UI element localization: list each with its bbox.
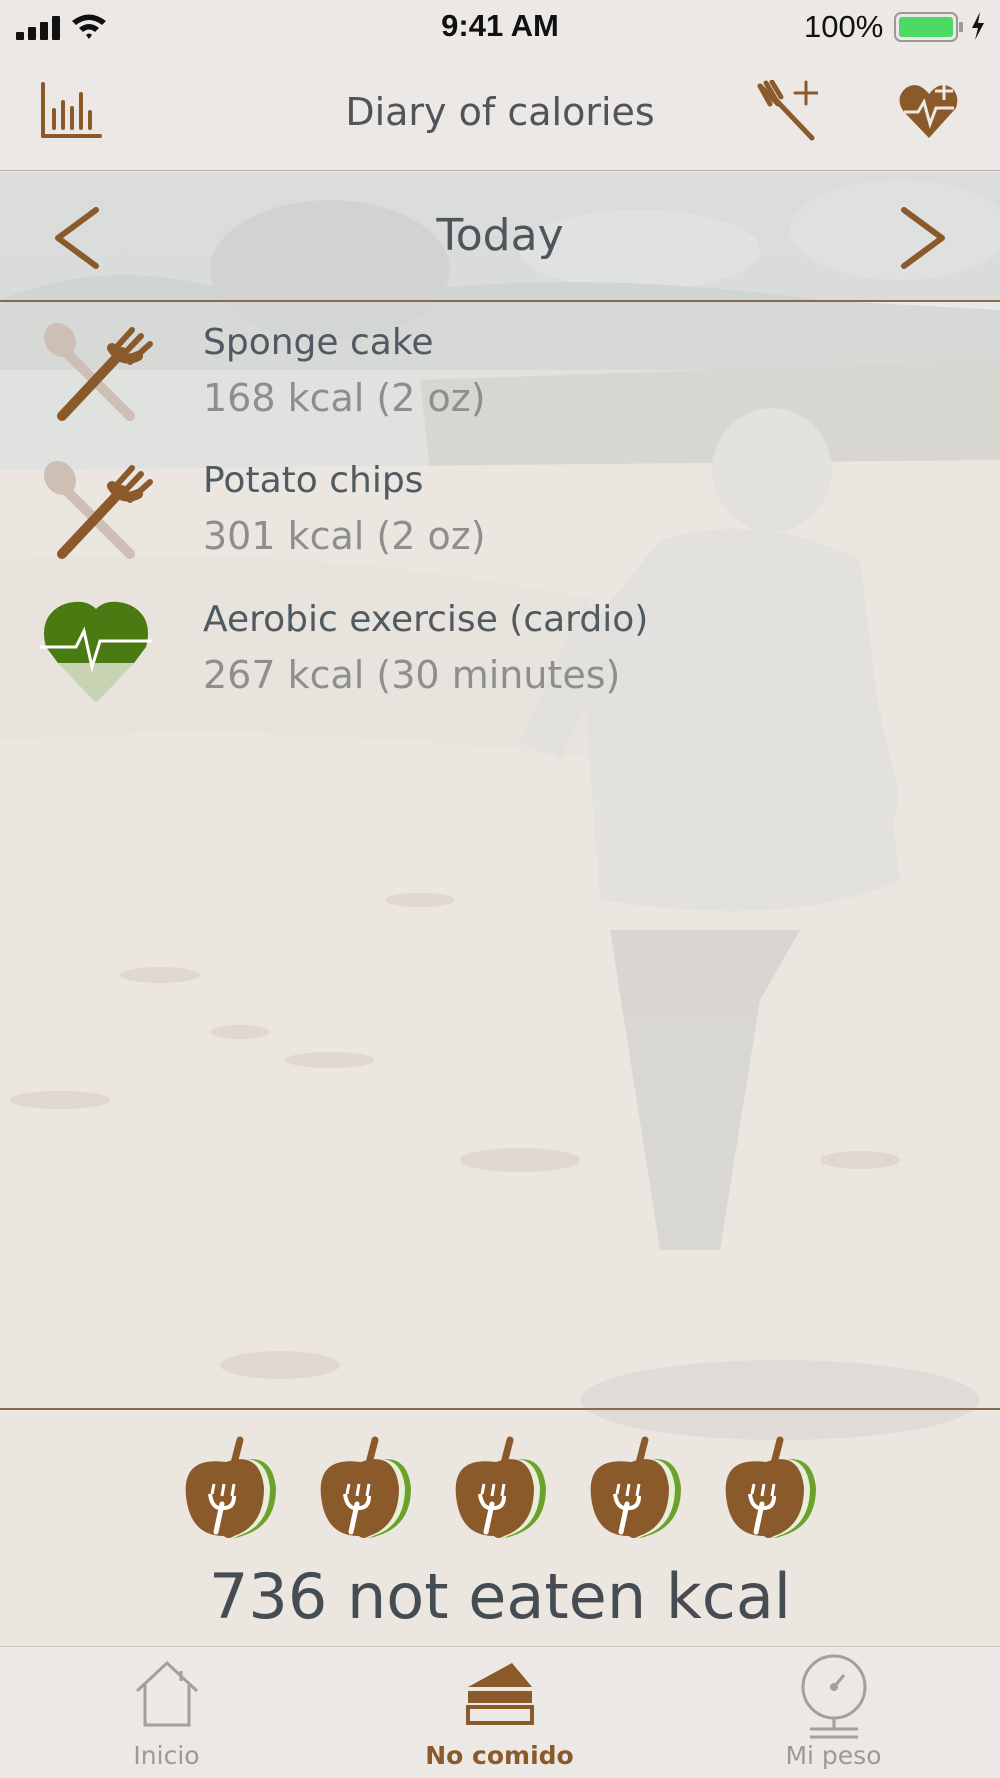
apple-fork-icon <box>185 1436 276 1538</box>
list-item[interactable]: Sponge cake 168 kcal (2 oz) <box>0 304 1000 439</box>
tab-label: Mi peso <box>785 1741 882 1770</box>
entry-detail: 267 kcal (30 minutes) <box>203 653 621 697</box>
tab-mi-peso[interactable]: Mi peso <box>667 1647 1000 1778</box>
entry-name: Aerobic exercise (cardio) <box>203 599 649 640</box>
date-selector: Today <box>0 172 1000 302</box>
tab-inicio[interactable]: Inicio <box>0 1647 333 1778</box>
home-icon <box>135 1660 198 1727</box>
entry-name: Potato chips <box>203 460 424 501</box>
food-icon <box>43 322 153 421</box>
summary-text: 736 not eaten kcal <box>208 1560 792 1633</box>
scale-icon <box>801 1654 866 1739</box>
apple-fork-icon <box>320 1436 411 1538</box>
calorie-summary: 736 not eaten kcal <box>0 1408 1000 1646</box>
entry-detail: 301 kcal (2 oz) <box>203 514 486 558</box>
entry-name: Sponge cake <box>203 322 434 363</box>
list-item[interactable]: Aerobic exercise (cardio) 267 kcal (30 m… <box>0 581 1000 716</box>
add-exercise-icon[interactable] <box>898 78 960 140</box>
list-item[interactable]: Potato chips 301 kcal (2 oz) <box>0 442 1000 577</box>
battery-percent: 100% <box>804 9 884 44</box>
cake-icon <box>465 1663 534 1725</box>
status-bar: 9:41 AM 100% <box>0 0 1000 56</box>
tab-bar: Inicio No comido Mi peso <box>0 1646 1000 1778</box>
page-title: Diary of calories <box>345 90 655 134</box>
tab-no-comido[interactable]: No comido <box>333 1647 666 1778</box>
apple-fork-icon <box>590 1436 681 1538</box>
next-day-icon[interactable] <box>896 206 950 270</box>
tab-label: Inicio <box>133 1741 200 1770</box>
add-food-icon[interactable] <box>756 80 818 142</box>
apple-fork-icon <box>725 1436 816 1538</box>
battery-icon <box>894 12 963 42</box>
charging-icon <box>972 12 984 40</box>
apple-fork-icon <box>455 1436 546 1538</box>
food-icon <box>43 460 153 559</box>
nav-bar: Diary of calories <box>0 56 1000 171</box>
date-label: Today <box>436 210 564 261</box>
exercise-heart-icon <box>40 601 152 703</box>
tab-label: No comido <box>425 1741 574 1770</box>
entry-detail: 168 kcal (2 oz) <box>203 376 486 420</box>
apple-row <box>0 1436 1000 1546</box>
